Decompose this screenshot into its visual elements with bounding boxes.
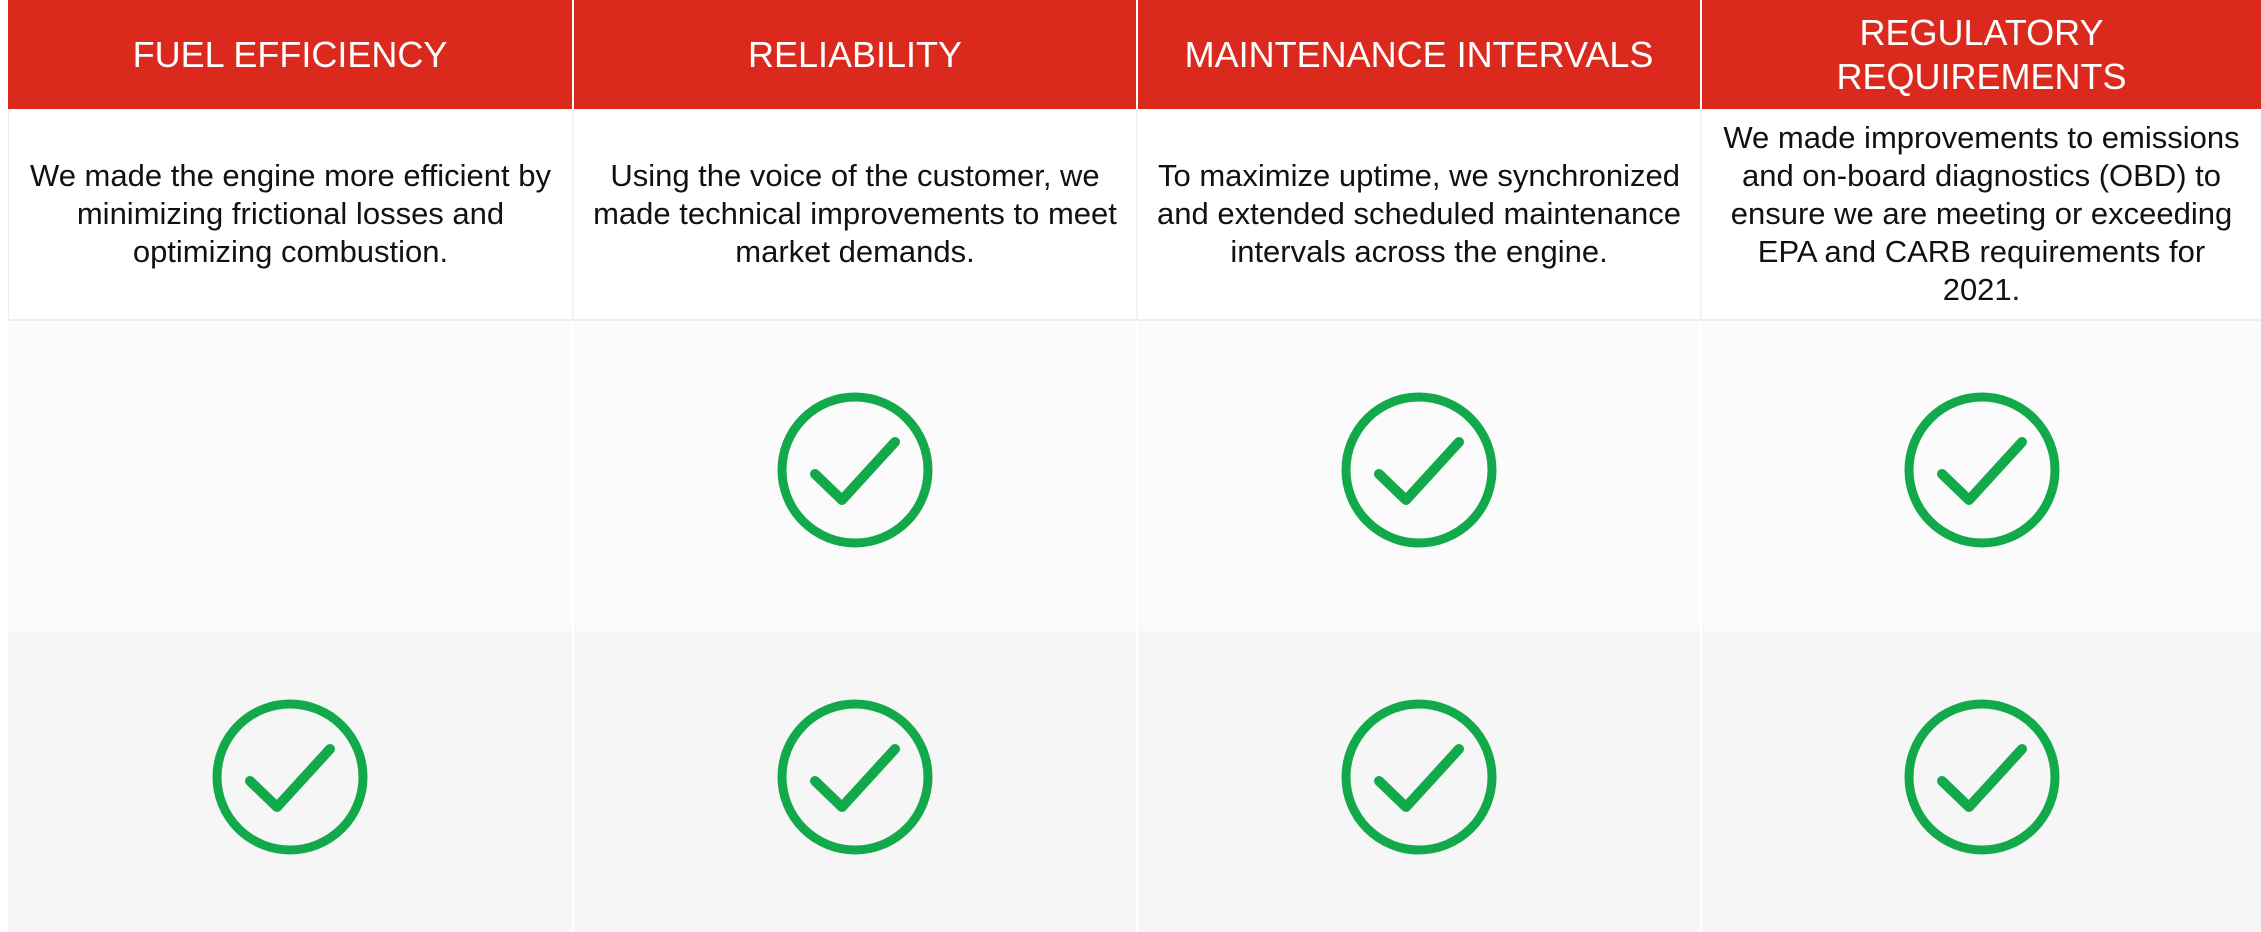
row2-cell-maintenance-intervals (1136, 631, 1700, 932)
row1-cell-regulatory-requirements (1700, 321, 2261, 631)
row2-cell-fuel-efficiency (8, 631, 572, 932)
description-maintenance-intervals: To maximize uptime, we synchronized and … (1136, 109, 1700, 321)
description-fuel-efficiency: We made the engine more efficient by min… (8, 109, 572, 321)
row1-cell-fuel-efficiency (8, 321, 572, 631)
header-regulatory-requirements: REGULATORY REQUIREMENTS (1700, 0, 2261, 109)
header-maintenance-intervals: MAINTENANCE INTERVALS (1136, 0, 1700, 109)
row1-cell-reliability (572, 321, 1136, 631)
check-circle-icon (1341, 699, 1497, 854)
row2-cell-regulatory-requirements (1700, 631, 2261, 932)
check-circle-icon (777, 392, 933, 548)
check-circle-icon (1341, 392, 1497, 548)
check-circle-icon (777, 699, 933, 854)
header-reliability: RELIABILITY (572, 0, 1136, 109)
row2-cell-reliability (572, 631, 1136, 932)
check-circle-icon (1904, 392, 2059, 548)
header-fuel-efficiency: FUEL EFFICIENCY (8, 0, 572, 109)
description-regulatory-requirements: We made improvements to emissions and on… (1700, 109, 2261, 321)
check-circle-icon (212, 699, 368, 854)
feature-comparison-table: FUEL EFFICIENCY RELIABILITY MAINTENANCE … (8, 0, 2261, 932)
check-circle-icon (1904, 699, 2059, 854)
description-reliability: Using the voice of the customer, we made… (572, 109, 1136, 321)
row1-cell-maintenance-intervals (1136, 321, 1700, 631)
